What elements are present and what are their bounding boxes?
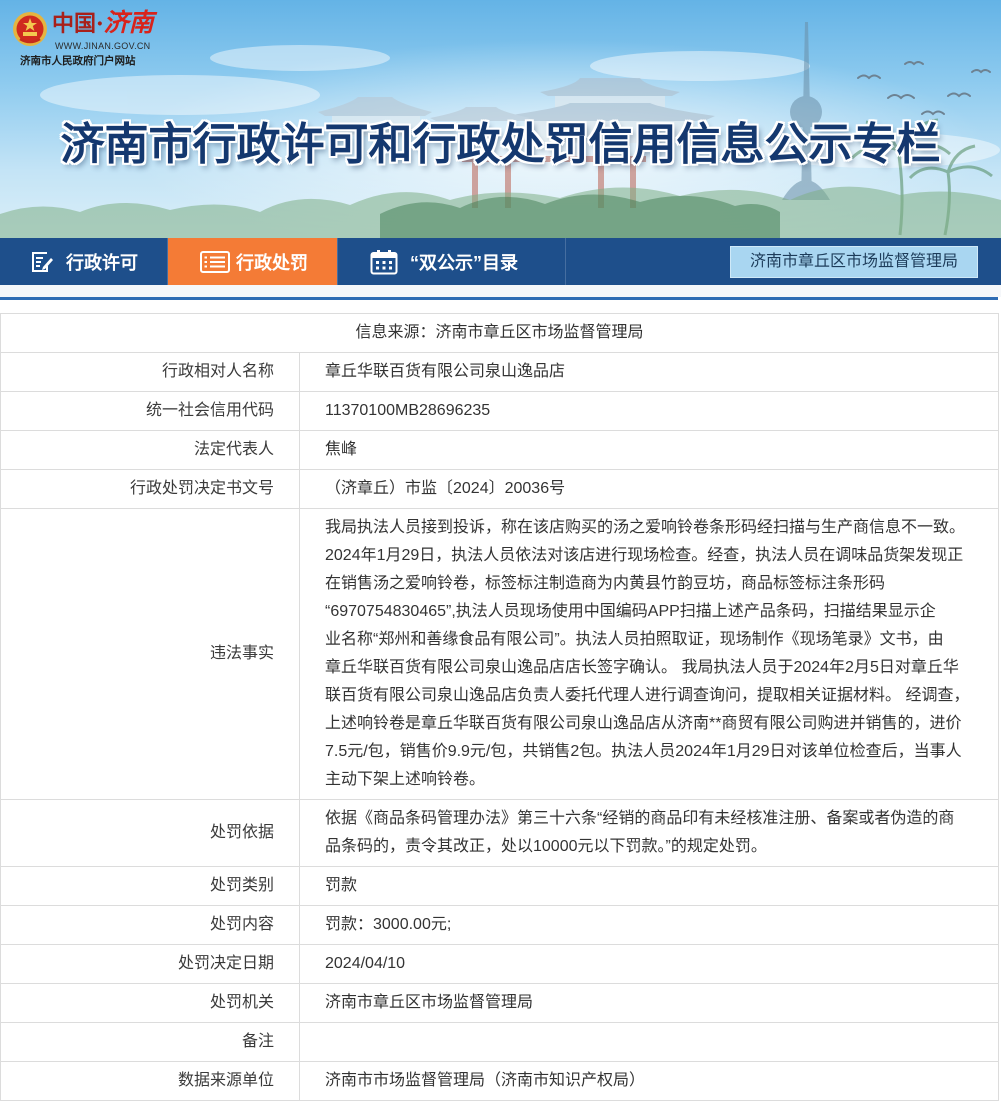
department-badge[interactable]: 济南市章丘区市场监督管理局	[730, 246, 978, 278]
record-row-penalty-basis: 处罚依据 依据《商品条码管理办法》第三十六条“经销的商品印有未经核准注册、备案或…	[0, 799, 999, 867]
value-penalty-content: 罚款：3000.00元;	[299, 905, 999, 945]
text-line: 7.5元/包，销售价9.9元/包，共销售2包。执法人员2024年1月29日对该单…	[325, 743, 962, 760]
cloud	[40, 75, 320, 115]
text-line: 依据《商品条码管理办法》第三十六条“经销的商品印有未经核准注册、备案或者伪造的商	[325, 810, 955, 827]
label-violation-facts: 违法事实	[0, 508, 300, 800]
document-edit-icon	[32, 251, 53, 272]
text-line: 章丘华联百货有限公司泉山逸品店店长签字确认。 我局执法人员于2024年2月5日对…	[325, 659, 959, 676]
cloud	[590, 51, 810, 81]
label-legal-rep: 法定代表人	[0, 430, 300, 470]
nav-item-label: 行政许可	[66, 252, 138, 273]
cloud	[210, 45, 390, 71]
value-remarks	[299, 1022, 999, 1062]
logo-city: 济南	[103, 8, 154, 37]
record-row-party-name: 行政相对人名称 章丘华联百货有限公司泉山逸品店	[0, 352, 999, 392]
logo-country: 中国·	[52, 11, 104, 37]
label-remarks: 备注	[0, 1022, 300, 1062]
logo-caption: 济南市人民政府门户网站	[20, 55, 136, 67]
record-row-violation-facts: 违法事实 我局执法人员接到投诉，称在该店购买的汤之爱响铃卷条形码经扫描与生产商信…	[0, 508, 999, 800]
label-penalty-authority: 处罚机关	[0, 983, 300, 1023]
value-penalty-type: 罚款	[299, 866, 999, 906]
text-line: “6970754830465”,执法人员现场使用中国编码APP扫描上述产品条码，…	[325, 603, 936, 620]
text-line: 主动下架上述响铃卷。	[325, 771, 486, 788]
nav-item-double-publicity-catalog[interactable]: “双公示”目录	[338, 238, 565, 285]
accent-divider	[0, 297, 998, 300]
text-line: 上述响铃卷是章丘华联百货有限公司泉山逸品店从济南**商贸有限公司购进并销售的，进…	[325, 715, 962, 732]
value-credit-code: 11370100MB28696235	[299, 391, 999, 431]
value-penalty-authority: 济南市章丘区市场监督管理局	[299, 983, 999, 1023]
nav-sub-strip	[0, 285, 1001, 297]
site-banner: 中国·济南 WWW.JINAN.GOV.CN 济南市人民政府门户网站 济南市行政…	[0, 0, 1001, 238]
nav-separator	[565, 238, 566, 285]
main-nav: 行政许可 行政处罚 “双公示”目录 济南市章丘区市场监督管理局	[0, 238, 1001, 285]
record-row-penalty-authority: 处罚机关 济南市章丘区市场监督管理局	[0, 983, 999, 1023]
record-row-credit-code: 统一社会信用代码 11370100MB28696235	[0, 391, 999, 431]
record-row-penalty-type: 处罚类别 罚款	[0, 866, 999, 906]
list-icon	[200, 250, 230, 273]
label-penalty-content: 处罚内容	[0, 905, 300, 945]
record-row-data-source-unit: 数据来源单位 济南市市场监督管理局（济南市知识产权局）	[0, 1061, 999, 1101]
value-data-source-unit: 济南市市场监督管理局（济南市知识产权局）	[299, 1061, 999, 1101]
nav-item-label: “双公示”目录	[410, 252, 518, 273]
value-party-name: 章丘华联百货有限公司泉山逸品店	[299, 352, 999, 392]
page-title: 济南市行政许可和行政处罚信用信息公示专栏	[60, 120, 941, 169]
text-line: 我局执法人员接到投诉，称在该店购买的汤之爱响铃卷条形码经扫描与生产商信息不一致。	[325, 519, 966, 536]
record-row-decision-date: 处罚决定日期 2024/04/10	[0, 944, 999, 984]
label-decision-number: 行政处罚决定书文号	[0, 469, 300, 509]
site-logo[interactable]: 中国·济南	[52, 9, 154, 38]
record-row-penalty-content: 处罚内容 罚款：3000.00元;	[0, 905, 999, 945]
info-source: 信息来源：济南市章丘区市场监督管理局	[0, 313, 999, 353]
text-line: 业名称“郑州和善缘食品有限公司”。执法人员拍照取证，现场制作《现场笔录》文书，由	[325, 631, 944, 648]
label-penalty-type: 处罚类别	[0, 866, 300, 906]
text-line: 联百货有限公司泉山逸品店负责人委托代理人进行调查询问，提取相关证据材料。 经调查…	[325, 687, 970, 704]
penalty-record-table: 信息来源：济南市章丘区市场监督管理局 行政相对人名称 章丘华联百货有限公司泉山逸…	[0, 313, 999, 1101]
nav-item-admin-penalty[interactable]: 行政处罚	[168, 238, 337, 285]
value-decision-date: 2024/04/10	[299, 944, 999, 984]
label-decision-date: 处罚决定日期	[0, 944, 300, 984]
national-emblem-icon[interactable]	[12, 11, 48, 47]
record-row-decision-number: 行政处罚决定书文号 （济章丘）市监〔2024〕20036号	[0, 469, 999, 509]
nav-item-admin-license[interactable]: 行政许可	[0, 238, 167, 285]
nav-item-label: 行政处罚	[236, 252, 308, 273]
label-party-name: 行政相对人名称	[0, 352, 300, 392]
text-line: 2024年1月29日，执法人员依法对该店进行现场检查。经查，执法人员在调味品货架…	[325, 547, 964, 564]
calendar-icon	[370, 249, 398, 274]
label-penalty-basis: 处罚依据	[0, 799, 300, 867]
label-data-source-unit: 数据来源单位	[0, 1061, 300, 1101]
record-row-legal-rep: 法定代表人 焦峰	[0, 430, 999, 470]
value-penalty-basis: 依据《商品条码管理办法》第三十六条“经销的商品印有未经核准注册、备案或者伪造的商…	[299, 799, 999, 867]
value-decision-number: （济章丘）市监〔2024〕20036号	[299, 469, 999, 509]
record-row-source: 信息来源：济南市章丘区市场监督管理局	[0, 313, 999, 353]
record-row-remarks: 备注	[0, 1022, 999, 1062]
text-line: 品条码的，责令其改正，处以10000元以下罚款。”的规定处罚。	[325, 838, 767, 855]
value-legal-rep: 焦峰	[299, 430, 999, 470]
logo-url: WWW.JINAN.GOV.CN	[55, 41, 151, 51]
text-line: 在销售汤之爱响铃卷，标签标注制造商为内黄县竹韵豆坊，商品标签标注条形码	[325, 575, 886, 592]
value-violation-facts: 我局执法人员接到投诉，称在该店购买的汤之爱响铃卷条形码经扫描与生产商信息不一致。…	[299, 508, 999, 800]
label-credit-code: 统一社会信用代码	[0, 391, 300, 431]
